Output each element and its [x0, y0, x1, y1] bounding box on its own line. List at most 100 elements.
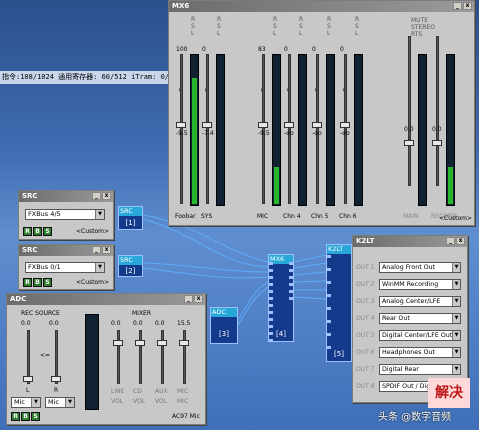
fader-track[interactable] — [180, 54, 183, 204]
node-port[interactable] — [289, 297, 293, 300]
fader-knob[interactable] — [284, 122, 294, 128]
rsl-flag-2[interactable]: L — [273, 30, 276, 37]
mixer-fader-track[interactable] — [183, 330, 186, 384]
rsl-flag-1[interactable]: S — [299, 23, 303, 30]
rsl-flag-2[interactable]: L — [327, 30, 330, 37]
node-port[interactable] — [269, 290, 273, 293]
rec-source-select-left[interactable]: Mic ▼ — [11, 397, 41, 408]
node-port[interactable] — [269, 297, 273, 300]
node-src-2[interactable]: SRC [2] — [118, 255, 143, 277]
rsl-flag-0[interactable]: R — [299, 16, 303, 23]
fader-track[interactable] — [316, 54, 319, 204]
rsl-flag-1[interactable]: S — [273, 23, 277, 30]
close-button[interactable]: x — [102, 246, 111, 254]
src-input-select-1[interactable]: FXBus 4/5 ▼ — [25, 209, 105, 220]
rsl-flag-0[interactable]: R — [355, 16, 359, 23]
node-port[interactable] — [327, 320, 331, 323]
node-port[interactable] — [289, 262, 293, 265]
bypass-icon[interactable]: B — [33, 278, 42, 287]
rec-fader-knob[interactable] — [23, 376, 33, 382]
src-titlebar-1[interactable]: SRC _ x — [19, 191, 113, 202]
node-port[interactable] — [289, 269, 293, 272]
fader-knob[interactable] — [176, 122, 186, 128]
link-toggle[interactable]: <= — [40, 352, 50, 359]
rsl-flag-2[interactable]: L — [299, 30, 302, 37]
bypass-icon[interactable]: B — [21, 412, 30, 421]
rec-source-select-right[interactable]: Mic ▼ — [45, 397, 75, 408]
output-select[interactable]: Headphones Out ▼ — [379, 347, 461, 358]
node-k2lt[interactable]: K2LT [5] — [326, 244, 352, 362]
output-select[interactable]: Rear Out ▼ — [379, 313, 461, 324]
node-port[interactable] — [269, 283, 273, 286]
output-select[interactable]: Analog Front Out ▼ — [379, 262, 461, 273]
node-adc[interactable]: ADC [3] — [210, 307, 238, 344]
minimize-button[interactable]: _ — [92, 192, 101, 200]
settings-icon[interactable]: S — [43, 227, 52, 236]
fader-track[interactable] — [436, 36, 439, 186]
rsl-flag-0[interactable]: R — [191, 16, 195, 23]
rsl-flag-2[interactable]: L — [191, 30, 194, 37]
fader-track[interactable] — [344, 54, 347, 204]
mixer-sub-label[interactable]: VOL — [133, 398, 145, 405]
mixer-fader-knob[interactable] — [135, 340, 145, 346]
route-icon[interactable]: R — [23, 278, 32, 287]
mixer-fader-knob[interactable] — [157, 340, 167, 346]
node-port[interactable] — [269, 311, 273, 314]
node-port[interactable] — [289, 283, 293, 286]
output-select[interactable]: Analog Center/LFE ▼ — [379, 296, 461, 307]
node-port[interactable] — [269, 269, 273, 272]
fader-knob[interactable] — [432, 140, 442, 146]
fader-track[interactable] — [288, 54, 291, 204]
minimize-button[interactable]: _ — [446, 237, 455, 245]
mixer-fader-knob[interactable] — [113, 340, 123, 346]
route-icon[interactable]: R — [23, 227, 32, 236]
fader-track[interactable] — [206, 54, 209, 204]
fader-knob[interactable] — [404, 140, 414, 146]
output-select[interactable]: WinMM Recording ▼ — [379, 279, 461, 290]
node-port[interactable] — [289, 290, 293, 293]
close-button[interactable]: x — [456, 237, 465, 245]
node-port[interactable] — [269, 325, 273, 328]
route-icon[interactable]: R — [11, 412, 20, 421]
rec-fader-knob[interactable] — [51, 376, 61, 382]
close-button[interactable]: x — [463, 2, 472, 10]
node-src-1[interactable]: SRC [1] — [118, 206, 143, 230]
k2lt-titlebar[interactable]: K2LT _ x — [353, 236, 467, 247]
rsl-flag-2[interactable]: L — [355, 30, 358, 37]
node-port[interactable] — [327, 346, 331, 349]
rsl-flag-2[interactable]: L — [217, 30, 220, 37]
settings-icon[interactable]: S — [31, 412, 40, 421]
rsl-flag-0[interactable]: R — [273, 16, 277, 23]
src-input-select-2[interactable]: FXBus 0/1 ▼ — [25, 262, 105, 273]
node-port[interactable] — [327, 307, 331, 310]
mx6-titlebar[interactable]: MX6 _ x — [169, 1, 474, 12]
rsl-flag-1[interactable]: S — [191, 23, 195, 30]
bypass-icon[interactable]: B — [33, 227, 42, 236]
node-port[interactable] — [327, 268, 331, 271]
minimize-button[interactable]: _ — [453, 2, 462, 10]
mixer-sub-label[interactable]: MIC — [177, 398, 188, 405]
fader-track[interactable] — [408, 36, 411, 186]
src-titlebar-2[interactable]: SRC _ x — [19, 245, 113, 256]
fader-knob[interactable] — [312, 122, 322, 128]
mixer-fader-knob[interactable] — [179, 340, 189, 346]
node-port[interactable] — [269, 304, 273, 307]
node-port[interactable] — [289, 276, 293, 279]
fader-track[interactable] — [262, 54, 265, 204]
node-port[interactable] — [327, 333, 331, 336]
node-port[interactable] — [269, 262, 273, 265]
rsl-flag-1[interactable]: S — [217, 23, 221, 30]
fader-knob[interactable] — [340, 122, 350, 128]
minimize-button[interactable]: _ — [92, 246, 101, 254]
mixer-fader-track[interactable] — [139, 330, 142, 384]
mixer-fader-track[interactable] — [161, 330, 164, 384]
node-port[interactable] — [327, 281, 331, 284]
rsl-flag-1[interactable]: S — [327, 23, 331, 30]
node-port[interactable] — [269, 339, 273, 342]
output-select[interactable]: Digital Rear ▼ — [379, 364, 461, 375]
rsl-flag-0[interactable]: R — [327, 16, 331, 23]
node-port[interactable] — [269, 276, 273, 279]
settings-icon[interactable]: S — [43, 278, 52, 287]
fader-knob[interactable] — [202, 122, 212, 128]
fader-knob[interactable] — [258, 122, 268, 128]
